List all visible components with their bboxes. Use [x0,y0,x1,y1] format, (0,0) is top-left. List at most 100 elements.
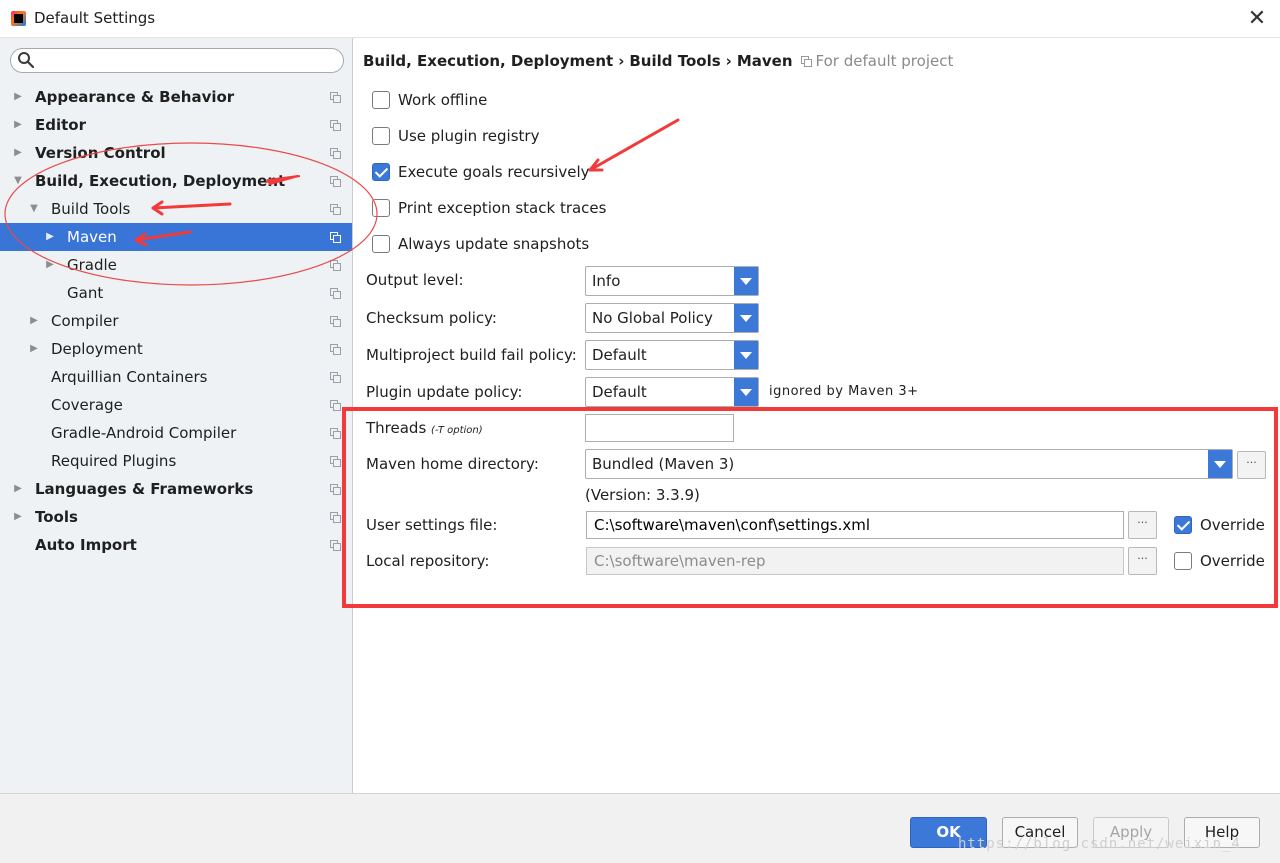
scope-text: For default project [815,52,954,70]
sidebar-item-label: Build Tools [51,200,131,218]
collapse-arrow-icon[interactable]: ▶ [12,475,24,503]
checkbox-box[interactable] [372,163,390,181]
plugin-update-policy-select[interactable]: Default [585,377,759,407]
collapse-arrow-icon[interactable]: ▶ [28,307,40,335]
sidebar-item-appearance-behavior[interactable]: ▶ Appearance & Behavior [0,83,352,111]
sidebar-item-gradle[interactable]: ▶ Gradle [0,251,352,279]
sidebar-item-build-tools[interactable]: ▼ Build Tools [0,195,352,223]
sidebar-item-maven[interactable]: ▶ Maven [0,223,352,251]
threads-input[interactable] [585,414,734,442]
sidebar-item-editor[interactable]: ▶ Editor [0,111,352,139]
collapse-arrow-icon[interactable]: ▶ [28,335,40,363]
always-update-snapshots-label: Always update snapshots [398,235,590,253]
sidebar-item-label: Compiler [51,312,119,330]
maven-home-select[interactable]: Bundled (Maven 3) [585,449,1233,479]
project-settings-icon [330,120,341,131]
project-settings-icon [330,344,341,355]
search-icon [18,52,35,69]
output-level-label: Output level: [366,271,464,289]
collapse-arrow-icon[interactable]: ▶ [12,139,24,167]
breadcrumb-item-build-tools[interactable]: Build Tools [629,52,720,70]
local-repository-browse-button[interactable]: ··· [1128,547,1157,575]
project-settings-icon [330,148,341,159]
sidebar-item-label: Deployment [51,340,143,358]
breadcrumb-item-maven: Maven [736,52,793,70]
chevron-down-icon[interactable] [734,304,758,332]
sidebar-item-label: Gradle-Android Compiler [51,424,237,442]
sidebar-item-deployment[interactable]: ▶ Deployment [0,335,352,363]
sidebar-item-label: Appearance & Behavior [35,88,235,106]
sidebar-item-coverage[interactable]: Coverage [0,391,352,419]
checkbox-box[interactable] [372,127,390,145]
multiproject-fail-policy-select[interactable]: Default [585,340,759,370]
title-bar: Default Settings ✕ [0,0,1280,38]
sidebar-item-label: Languages & Frameworks [35,480,254,498]
breadcrumb: Build, Execution, Deployment › Build Tools… [363,52,953,70]
project-settings-icon [330,176,341,187]
plugin-update-policy-note: ignored by Maven 3+ [769,384,919,399]
chevron-down-icon[interactable] [734,378,758,406]
checkbox-box[interactable] [372,199,390,217]
close-window-button[interactable]: ✕ [1244,6,1270,32]
settings-search-input[interactable] [41,51,336,70]
collapse-arrow-icon[interactable]: ▶ [12,111,24,139]
sidebar-item-label: Maven [67,228,117,246]
output-level-value: Info [592,272,621,290]
sidebar-item-label: Coverage [51,396,123,414]
local-repository-input[interactable] [586,547,1124,575]
intellij-app-icon [11,11,26,26]
project-settings-icon [330,288,341,299]
sidebar-item-version-control[interactable]: ▶ Version Control [0,139,352,167]
collapse-arrow-icon[interactable]: ▶ [44,223,56,251]
maven-version-label: (Version: 3.3.9) [585,486,700,504]
plugin-update-policy-value: Default [592,383,647,401]
output-level-select[interactable]: Info [585,266,759,296]
breadcrumb-item-build-execution-deployment[interactable]: Build, Execution, Deployment [363,52,613,70]
window-title: Default Settings [34,9,156,27]
user-settings-label: User settings file: [366,516,498,534]
copy-settings-icon [800,56,812,67]
chevron-down-icon[interactable] [734,341,758,369]
sidebar-item-languages-frameworks[interactable]: ▶ Languages & Frameworks [0,475,352,503]
collapse-arrow-icon[interactable]: ▶ [44,251,56,279]
sidebar-item-arquillian-containers[interactable]: Arquillian Containers [0,363,352,391]
project-settings-icon [330,92,341,103]
chevron-down-icon[interactable] [1208,450,1232,478]
settings-search[interactable] [10,48,344,73]
chevron-down-icon[interactable] [734,267,758,295]
user-settings-input[interactable] [586,511,1124,539]
collapse-arrow-icon[interactable]: ▶ [12,503,24,531]
print-exception-stack-traces-label: Print exception stack traces [398,199,607,217]
sidebar-item-label: Build, Execution, Deployment [35,172,286,190]
sidebar-item-label: Auto Import [35,536,137,554]
collapse-arrow-icon[interactable]: ▶ [12,83,24,111]
sidebar-item-build-execution-deployment[interactable]: ▼ Build, Execution, Deployment [0,167,352,195]
sidebar-item-label: Tools [35,508,78,526]
checkbox-box[interactable] [1174,552,1192,570]
checkbox-box[interactable] [372,235,390,253]
project-settings-icon [330,400,341,411]
sidebar-item-gradle-android-compiler[interactable]: Gradle-Android Compiler [0,419,352,447]
user-settings-browse-button[interactable]: ··· [1128,511,1157,539]
sidebar-item-tools[interactable]: ▶ Tools [0,503,352,531]
sidebar-item-label: Editor [35,116,86,134]
sidebar-item-auto-import[interactable]: Auto Import [0,531,352,559]
project-settings-icon [330,484,341,495]
expand-arrow-icon[interactable]: ▼ [28,195,40,223]
sidebar-item-required-plugins[interactable]: Required Plugins [0,447,352,475]
expand-arrow-icon[interactable]: ▼ [12,167,24,195]
sidebar-item-compiler[interactable]: ▶ Compiler [0,307,352,335]
maven-home-browse-button[interactable]: ··· [1237,451,1266,479]
checkbox-box[interactable] [1174,516,1192,534]
multiproject-fail-policy-value: Default [592,346,647,364]
breadcrumb-separator: › [618,52,625,70]
checksum-policy-value: No Global Policy [592,309,713,327]
sidebar-item-gant[interactable]: Gant [0,279,352,307]
checkbox-box[interactable] [372,91,390,109]
maven-home-value: Bundled (Maven 3) [592,455,735,473]
execute-goals-recursively-label: Execute goals recursively [398,163,590,181]
use-plugin-registry-label: Use plugin registry [398,127,540,145]
user-settings-override-label: Override [1200,516,1265,534]
checksum-policy-select[interactable]: No Global Policy [585,303,759,333]
breadcrumb-separator: › [725,52,732,70]
